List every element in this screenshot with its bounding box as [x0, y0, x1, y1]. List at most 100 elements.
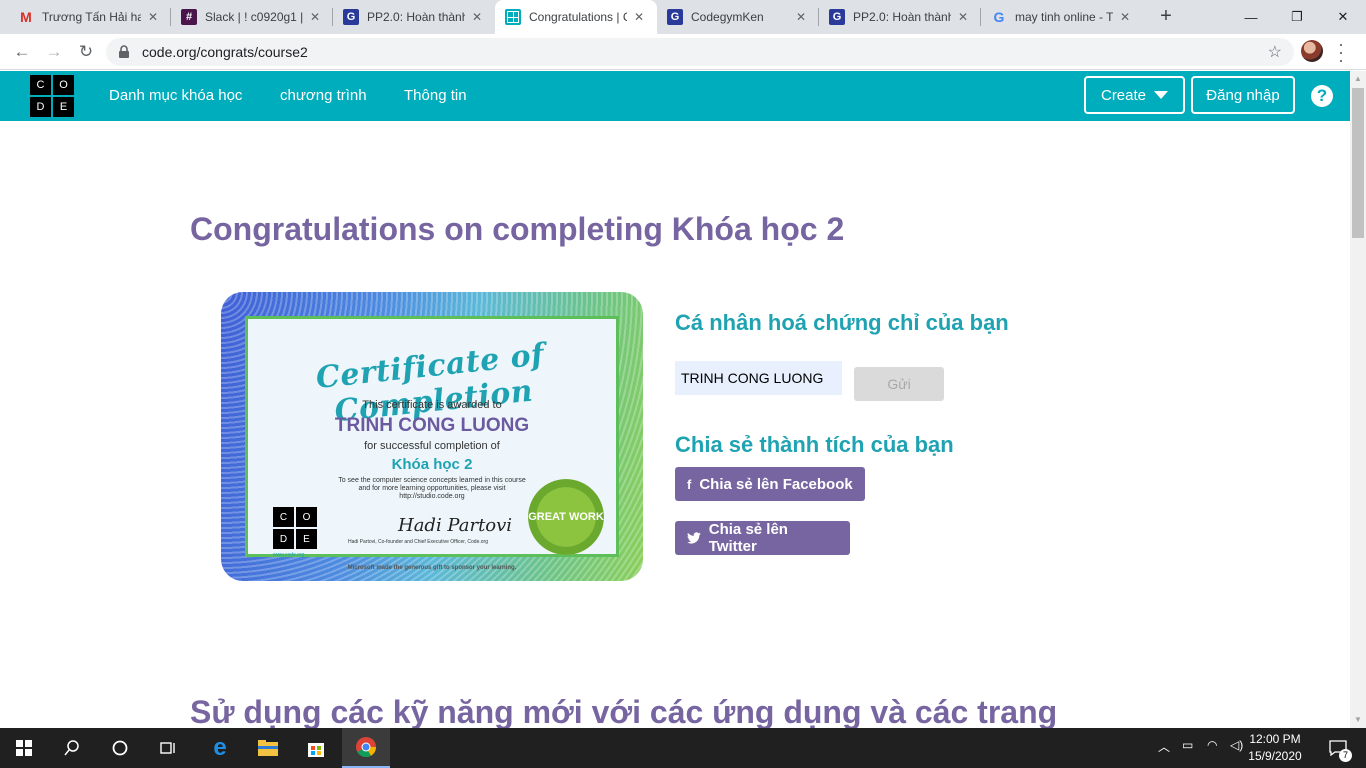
certificate-name-input[interactable] — [675, 361, 842, 395]
certificate-body: Certificate of Completion This certifica… — [245, 316, 619, 571]
codegym-icon: G — [829, 9, 845, 25]
store-icon[interactable] — [292, 728, 340, 768]
page-title: Congratulations on completing Khóa học 2 — [190, 211, 845, 247]
scroll-thumb[interactable] — [1352, 88, 1364, 238]
code-org-icon — [505, 9, 521, 25]
codegym-icon: G — [667, 9, 683, 25]
site-header: C O D E Danh mục khóa học chương trình T… — [0, 71, 1350, 121]
browser-tab[interactable]: G may tinh online - T ✕ — [981, 0, 1143, 34]
file-explorer-icon[interactable] — [244, 728, 292, 768]
certificate-signature: Hadi Partovi — [398, 515, 513, 536]
address-bar[interactable]: code.org/congrats/course2 ☆ — [106, 38, 1294, 66]
cortana-icon[interactable] — [96, 728, 144, 768]
back-icon[interactable]: ← — [10, 40, 34, 64]
reload-icon[interactable]: ↻ — [74, 40, 98, 64]
close-icon[interactable]: ✕ — [469, 10, 485, 24]
certificate-image: Certificate of Completion This certifica… — [221, 292, 643, 581]
tab-title: CodegymKen — [691, 10, 764, 24]
notification-center-icon[interactable]: 7 — [1318, 728, 1358, 768]
browser-tab[interactable]: M Trương Tấn Hải ha ✕ — [8, 0, 171, 34]
minimize-icon[interactable]: — — [1228, 0, 1274, 34]
restore-icon[interactable]: ❐ — [1274, 0, 1320, 34]
task-view-icon[interactable] — [144, 728, 192, 768]
windows-taskbar: e ︿ ▭ ◠ ◁) 12:00 PM 15/9/2020 7 — [0, 728, 1366, 768]
system-clock[interactable]: 12:00 PM 15/9/2020 — [1245, 731, 1305, 765]
browser-menu-icon[interactable]: · · · — [1336, 35, 1346, 69]
logo-letter: E — [53, 97, 74, 117]
nav-about[interactable]: Thông tin — [404, 87, 467, 104]
create-dropdown-button[interactable]: Create — [1084, 76, 1185, 114]
share-twitter-button[interactable]: Chia sẻ lên Twitter — [675, 521, 850, 555]
nav-course-catalog[interactable]: Danh mục khóa học — [109, 87, 242, 104]
windows-start-icon[interactable] — [0, 728, 48, 768]
submit-button[interactable]: Gửi — [854, 367, 944, 401]
nav-curriculum[interactable]: chương trình — [280, 87, 367, 104]
close-icon[interactable]: ✕ — [955, 10, 971, 24]
slack-icon: # — [181, 9, 197, 25]
share-heading: Chia sẻ thành tích của bạn — [675, 432, 954, 457]
close-window-icon[interactable]: ✕ — [1320, 0, 1366, 34]
tab-title: Trương Tấn Hải ha — [42, 10, 141, 24]
codegym-icon: G — [343, 9, 359, 25]
lock-icon — [119, 45, 129, 58]
caret-down-icon — [1154, 91, 1169, 99]
scroll-down-icon[interactable]: ▼ — [1350, 712, 1366, 728]
browser-tab-active[interactable]: Congratulations | C ✕ — [495, 0, 657, 34]
code-org-logo[interactable]: C O D E — [30, 75, 74, 117]
close-icon[interactable]: ✕ — [1117, 10, 1133, 24]
search-icon[interactable] — [48, 728, 96, 768]
twitter-icon — [687, 532, 701, 544]
browser-tab-strip: M Trương Tấn Hải ha ✕ # Slack | ! c0920g… — [0, 0, 1366, 34]
chrome-icon[interactable] — [342, 728, 390, 768]
show-hidden-icons-icon[interactable]: ︿ — [1158, 738, 1170, 755]
battery-icon[interactable]: ▭ — [1182, 738, 1193, 752]
tab-title: Congratulations | C — [529, 10, 627, 24]
google-icon: G — [993, 9, 1005, 25]
notification-badge: 7 — [1339, 749, 1352, 762]
great-work-seal: GREAT WORK — [528, 479, 604, 555]
wifi-icon[interactable]: ◠ — [1207, 738, 1217, 752]
bookmark-star-icon[interactable]: ☆ — [1268, 42, 1282, 62]
close-icon[interactable]: ✕ — [793, 10, 809, 24]
volume-icon[interactable]: ◁) — [1230, 738, 1243, 752]
sign-in-label: Đăng nhập — [1206, 86, 1280, 104]
sign-in-button[interactable]: Đăng nhập — [1191, 76, 1295, 114]
facebook-icon: f — [687, 476, 692, 492]
logo-letter: C — [30, 75, 51, 95]
new-tab-button[interactable]: + — [1154, 5, 1178, 29]
scroll-up-icon[interactable]: ▲ — [1350, 71, 1366, 87]
profile-avatar[interactable] — [1301, 40, 1323, 62]
forward-icon[interactable]: → — [42, 40, 66, 64]
apps-section-title: Sử dụng các kỹ năng mới với các ứng dụng… — [190, 694, 1058, 730]
browser-tab[interactable]: G PP2.0: Hoàn thành ✕ — [819, 0, 981, 34]
certificate-completion-text: for successful completion of — [364, 440, 500, 452]
close-icon[interactable]: ✕ — [145, 10, 161, 24]
certificate-awarded-text: This certificate is awarded to — [362, 399, 502, 411]
close-icon[interactable]: ✕ — [307, 10, 323, 24]
browser-toolbar: ← → ↻ code.org/congrats/course2 ☆ — [0, 34, 1366, 70]
edge-icon[interactable]: e — [196, 728, 244, 768]
create-label: Create — [1100, 86, 1147, 104]
certificate-signer: Hadi Partovi, Co-founder and Chief Execu… — [348, 539, 488, 545]
browser-tab[interactable]: G PP2.0: Hoàn thành ✕ — [333, 0, 495, 34]
certificate-course: Khóa học 2 — [391, 456, 473, 473]
certificate-site: www.code.org — [273, 552, 305, 558]
logo-letter: O — [53, 75, 74, 95]
tab-title: PP2.0: Hoàn thành — [853, 10, 951, 24]
certificate-sponsor: Microsoft made the generous gift to spon… — [347, 565, 517, 571]
tab-title: Slack | ! c0920g1 | — [205, 10, 303, 24]
tab-title: PP2.0: Hoàn thành — [367, 10, 465, 24]
certificate-name: TRINH CONG LUONG — [334, 415, 530, 436]
close-icon[interactable]: ✕ — [631, 10, 647, 24]
help-icon[interactable]: ? — [1311, 85, 1333, 107]
browser-tab[interactable]: # Slack | ! c0920g1 | ✕ — [171, 0, 333, 34]
gmail-icon: M — [20, 9, 32, 25]
personalize-heading: Cá nhân hoá chứng chỉ của bạn — [675, 310, 1009, 335]
share-facebook-button[interactable]: f Chia sẻ lên Facebook — [675, 467, 865, 501]
facebook-label: Chia sẻ lên Facebook — [699, 475, 853, 493]
page-scrollbar[interactable]: ▲ ▼ — [1350, 71, 1366, 728]
twitter-label: Chia sẻ lên Twitter — [708, 521, 788, 555]
logo-letter: D — [30, 97, 51, 117]
tab-title: may tinh online - T — [1015, 10, 1113, 24]
browser-tab[interactable]: G CodegymKen ✕ — [657, 0, 819, 34]
